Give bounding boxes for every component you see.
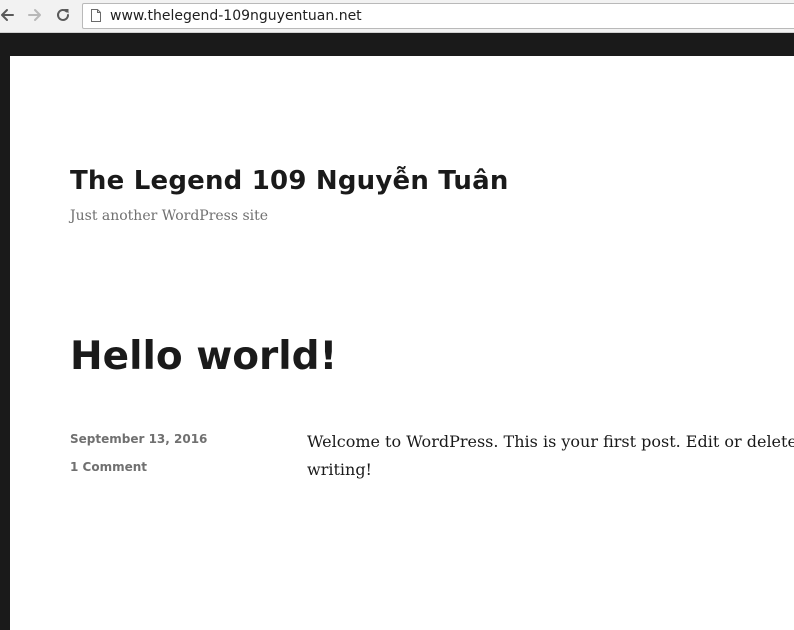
back-button[interactable]: [0, 4, 18, 26]
site-title-link[interactable]: The Legend 109 Nguyễn Tuân: [70, 166, 509, 196]
post-content: Welcome to WordPress. This is your first…: [307, 428, 794, 484]
page-icon: [91, 9, 101, 22]
post-title-link[interactable]: Hello world!: [70, 334, 337, 379]
browser-toolbar: www.thelegend-109nguyentuan.net: [0, 0, 794, 33]
post-body-line: Welcome to WordPress. This is your first…: [307, 432, 794, 451]
post-comments-link[interactable]: 1 Comment: [70, 460, 147, 474]
arrow-left-icon: [1, 9, 14, 21]
page-frame-top: [0, 33, 794, 56]
post-body-line: writing!: [307, 460, 372, 479]
post-date-link[interactable]: September 13, 2016: [70, 432, 207, 446]
forward-button[interactable]: [24, 4, 46, 26]
page-frame-left: [0, 33, 10, 630]
site-description: Just another WordPress site: [70, 208, 269, 224]
reload-button[interactable]: [52, 4, 74, 26]
arrow-right-icon: [28, 9, 41, 21]
page-content: The Legend 109 Nguyễn Tuân Just another …: [10, 56, 794, 630]
address-bar[interactable]: www.thelegend-109nguyentuan.net: [82, 3, 794, 29]
url-text[interactable]: www.thelegend-109nguyentuan.net: [110, 4, 362, 28]
reload-icon: [57, 8, 69, 21]
